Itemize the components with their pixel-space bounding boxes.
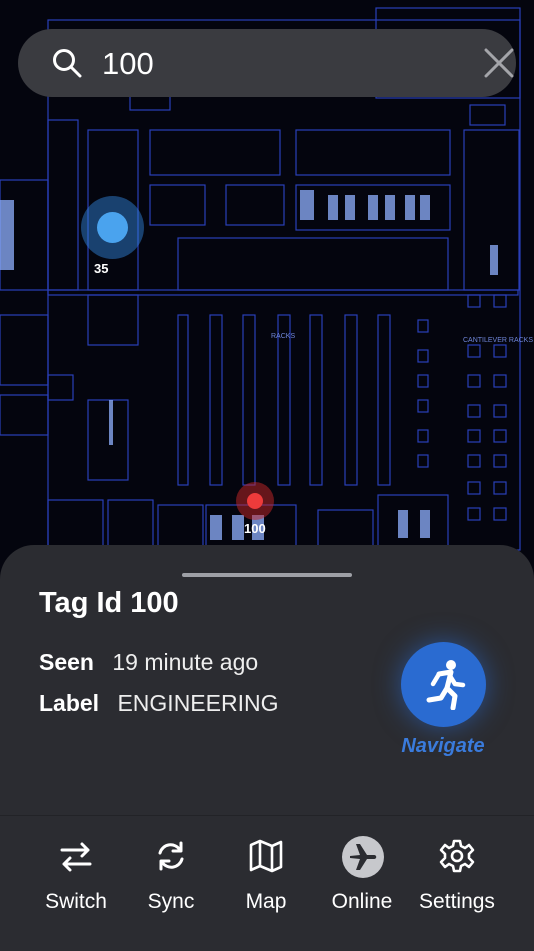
sync-icon [158,841,184,871]
seen-row: Seen 19 minute ago [39,649,258,676]
tag-100-label: 100 [244,521,266,536]
label-value: ENGINEERING [117,690,279,716]
tab-switch[interactable]: Switch [28,836,124,914]
racks-label: RACKS [271,333,295,340]
tab-settings[interactable]: Settings [409,836,505,914]
tab-switch-label: Switch [45,890,107,913]
tab-sync[interactable]: Sync [123,836,219,914]
tag-35-dot[interactable] [97,212,128,243]
sheet-drag-handle[interactable] [182,573,352,577]
gear-icon [439,839,475,873]
search-bar[interactable] [18,29,516,97]
cantilever-racks-label: CANTILEVER RACKS [463,337,533,344]
tab-map-label: Map [245,890,287,913]
seen-key: Seen [39,649,94,675]
tab-bar: Switch Sync Map Online Settings [0,815,534,951]
navigate-label[interactable]: Navigate [396,735,490,758]
tab-map[interactable]: Map [218,836,314,914]
tab-online[interactable]: Online [314,836,410,914]
label-key: Label [39,690,100,716]
tab-settings-label: Settings [419,890,495,913]
tag-detail-sheet: Tag Id 100 Seen 19 minute ago Label ENGI… [0,545,534,815]
tag-title: Tag Id 100 [39,587,179,619]
label-row: Label ENGINEERING [39,690,279,717]
airplane-icon [350,844,377,870]
tag-35-label: 35 [94,261,109,276]
map-icon [249,839,283,873]
tab-sync-label: Sync [147,890,195,913]
close-icon[interactable] [482,46,516,80]
tag-100-dot[interactable] [247,493,263,509]
navigate-button[interactable] [401,642,486,727]
seen-value: 19 minute ago [112,649,259,675]
switch-arrows-icon [60,842,92,872]
running-person-icon [426,660,466,710]
search-input[interactable] [100,39,444,89]
search-icon [53,49,82,78]
tab-online-label: Online [331,890,393,913]
